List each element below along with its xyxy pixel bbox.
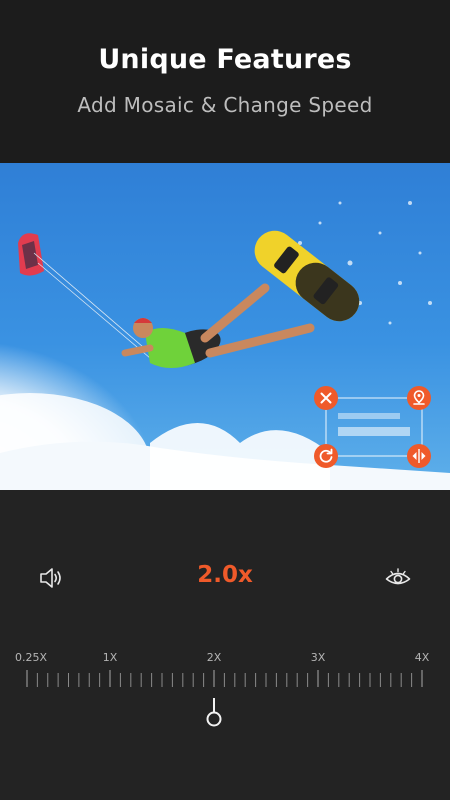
- mosaic-close-button[interactable]: [311, 383, 341, 413]
- pin-icon: [407, 386, 431, 410]
- eye-icon: [385, 568, 411, 585]
- speed-slider[interactable]: [0, 660, 450, 740]
- mosaic-flip-button[interactable]: [404, 441, 434, 471]
- mosaic-pin-button[interactable]: [404, 383, 434, 413]
- header-banner: [0, 0, 450, 163]
- page-title: Unique Features: [98, 44, 352, 75]
- slider-handle-knob[interactable]: [206, 711, 222, 727]
- mosaic-rotate-button[interactable]: [311, 441, 341, 471]
- preview-toggle-button[interactable]: [381, 561, 415, 595]
- page-subtitle: Add Mosaic & Change Speed: [77, 93, 373, 117]
- flip-icon: [407, 444, 431, 468]
- speed-slider-handle[interactable]: [206, 698, 222, 727]
- video-preview[interactable]: [0, 163, 450, 490]
- speed-editor-panel: [0, 490, 450, 800]
- close-icon: [314, 386, 338, 410]
- kitesurf-photo: [0, 163, 450, 490]
- rotate-icon: [314, 444, 338, 468]
